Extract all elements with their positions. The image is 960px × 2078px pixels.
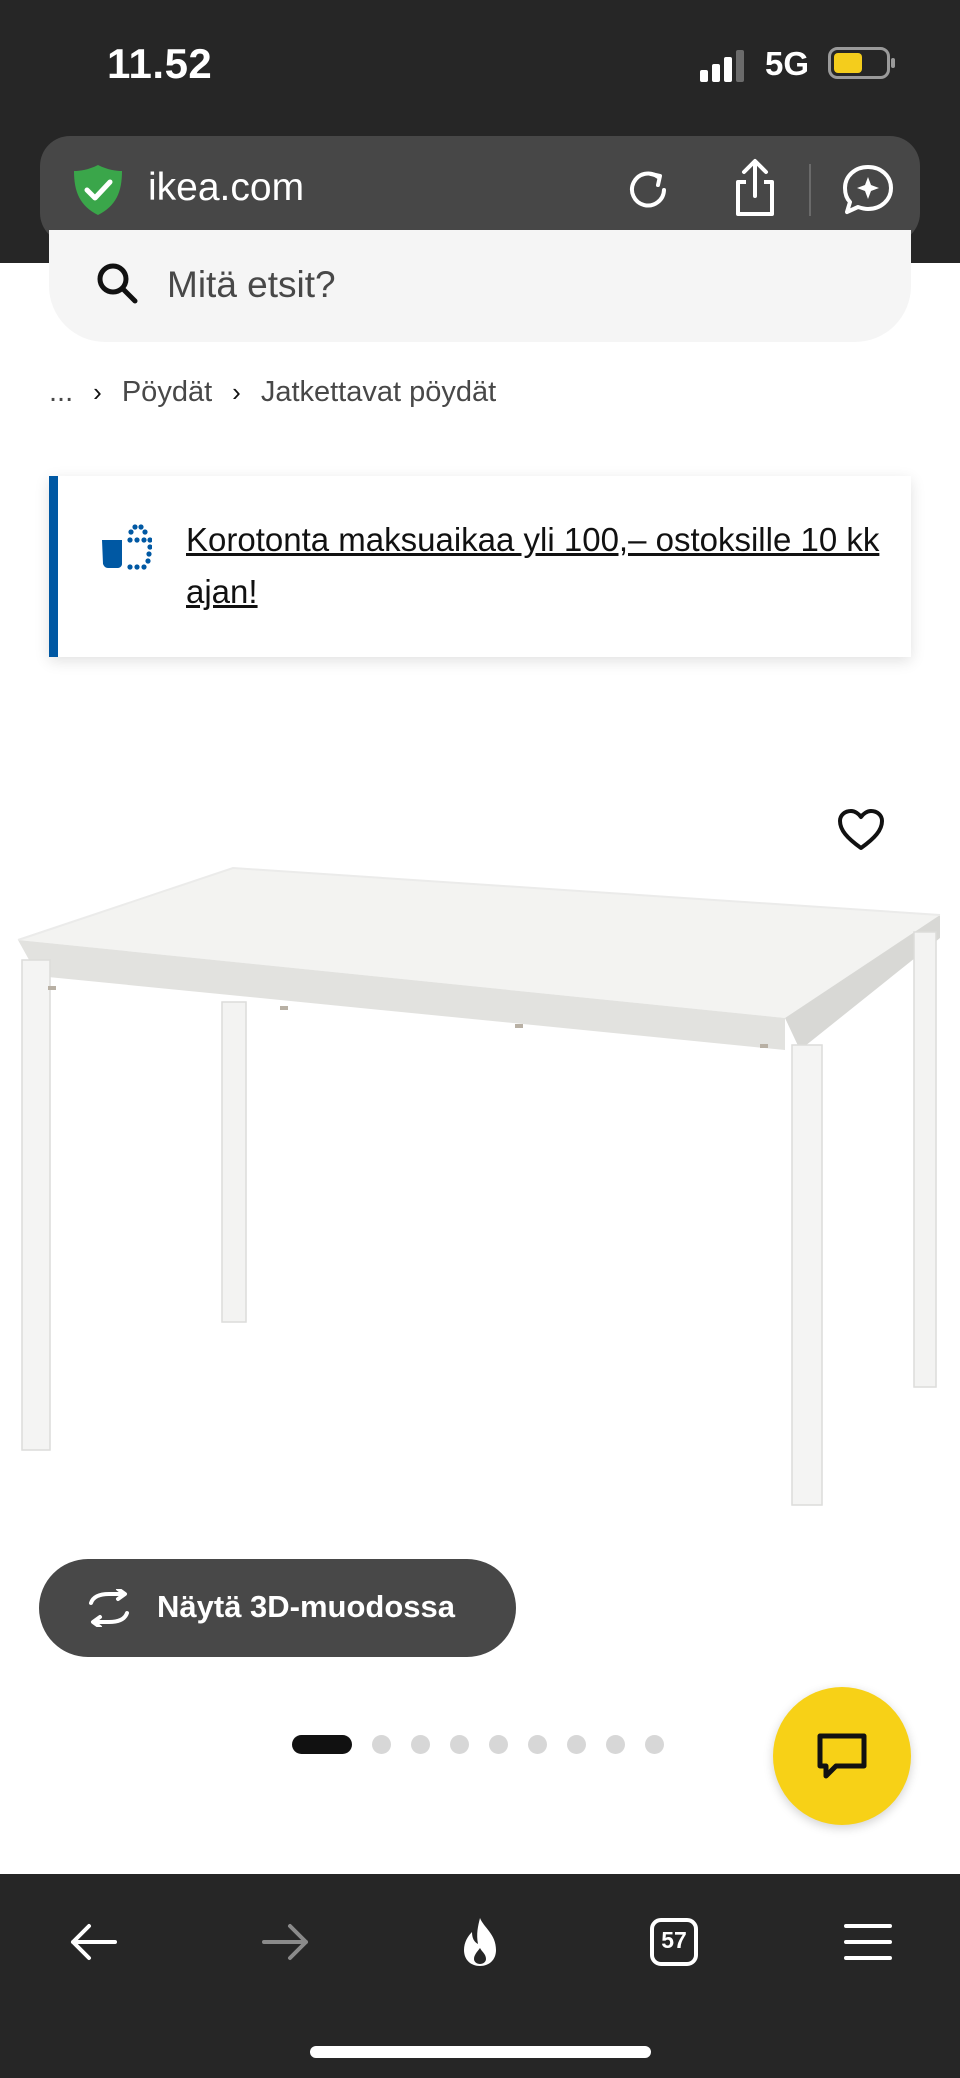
search-bar[interactable]: Mitä etsit? [49,230,911,342]
promo-link[interactable]: Korotonta maksuaikaa yli 100,– ostoksill… [186,514,891,618]
flame-icon[interactable] [452,1914,508,1975]
carousel-dot[interactable] [567,1735,586,1754]
carousel-dot[interactable] [489,1735,508,1754]
status-time: 11.52 [107,40,213,87]
breadcrumb: ... › Pöydät › Jatkettavat pöydät [49,376,496,409]
carousel-dot[interactable] [528,1735,547,1754]
chevron-right-icon: › [232,377,241,407]
share-icon[interactable] [730,158,780,225]
menu-icon[interactable] [840,1914,896,1975]
browser-bottom-toolbar: 57 [0,1874,960,2078]
url-text[interactable]: ikea.com [148,166,304,210]
tabs-counter[interactable]: 57 [646,1914,702,1975]
carousel-dot[interactable] [372,1735,391,1754]
carousel-dot[interactable] [292,1735,352,1754]
product-image-table[interactable] [0,760,960,1580]
battery-icon [828,47,896,84]
forward-arrow-icon[interactable] [258,1914,314,1975]
chevron-right-icon: › [93,377,102,407]
breadcrumb-tables[interactable]: Pöydät [122,376,212,409]
rotate-3d-icon [83,1587,135,1632]
favorite-heart-icon[interactable] [837,808,885,857]
breadcrumb-ellipsis[interactable]: ... [49,376,73,409]
carousel-dot[interactable] [411,1735,430,1754]
chat-button[interactable] [773,1687,911,1825]
toolbar-divider [809,164,811,216]
browser-top-chrome: 11.52 5G ikea.com [0,0,960,263]
carousel-dot[interactable] [450,1735,469,1754]
image-carousel-indicator [292,1735,684,1754]
financing-promo-banner: Korotonta maksuaikaa yli 100,– ostoksill… [49,476,911,657]
network-type: 5G [765,45,810,82]
view-3d-button[interactable]: Näytä 3D-muodossa [39,1559,516,1657]
view-3d-label: Näytä 3D-muodossa [157,1589,456,1624]
shopping-bag-icon [100,524,153,575]
search-input[interactable]: Mitä etsit? [167,264,336,306]
back-arrow-icon[interactable] [65,1914,121,1975]
cellular-signal-icon [700,50,748,87]
home-indicator [310,2046,651,2058]
assistant-chat-icon[interactable] [840,162,896,223]
carousel-dot[interactable] [606,1735,625,1754]
search-icon [94,260,140,311]
reload-icon[interactable] [622,164,674,221]
carousel-dot[interactable] [645,1735,664,1754]
tab-count: 57 [661,1927,687,1953]
breadcrumb-extendable-tables[interactable]: Jatkettavat pöydät [261,376,496,409]
address-bar[interactable]: ikea.com [40,136,920,243]
secure-shield-icon [70,162,126,223]
